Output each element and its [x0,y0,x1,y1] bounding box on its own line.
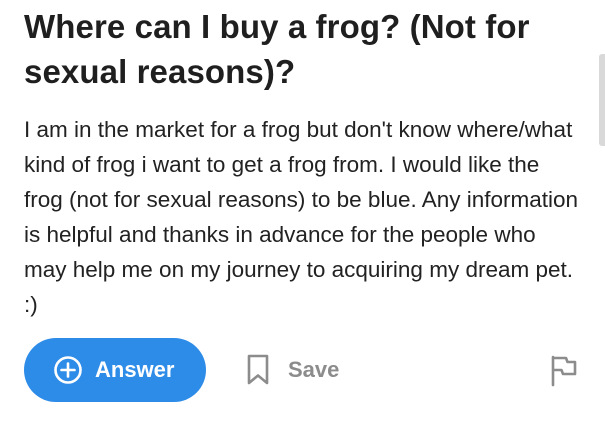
flag-icon [549,355,579,391]
question-details: I am in the market for a frog but don't … [24,117,579,317]
question-title: Where can I buy a frog? (Not for sexual … [24,8,530,90]
scrollbar-thumb[interactable] [599,54,605,146]
save-button[interactable]: Save [246,352,339,388]
save-button-label: Save [288,357,340,382]
report-button[interactable] [549,355,579,387]
bookmark-icon [246,354,270,386]
question-page: Where can I buy a frog? (Not for sexual … [0,0,605,423]
plus-circle-icon [53,355,83,385]
question-action-bar: Answer Save [24,338,584,402]
answer-button-label: Answer [95,357,175,382]
answer-button[interactable]: Answer [24,338,206,402]
